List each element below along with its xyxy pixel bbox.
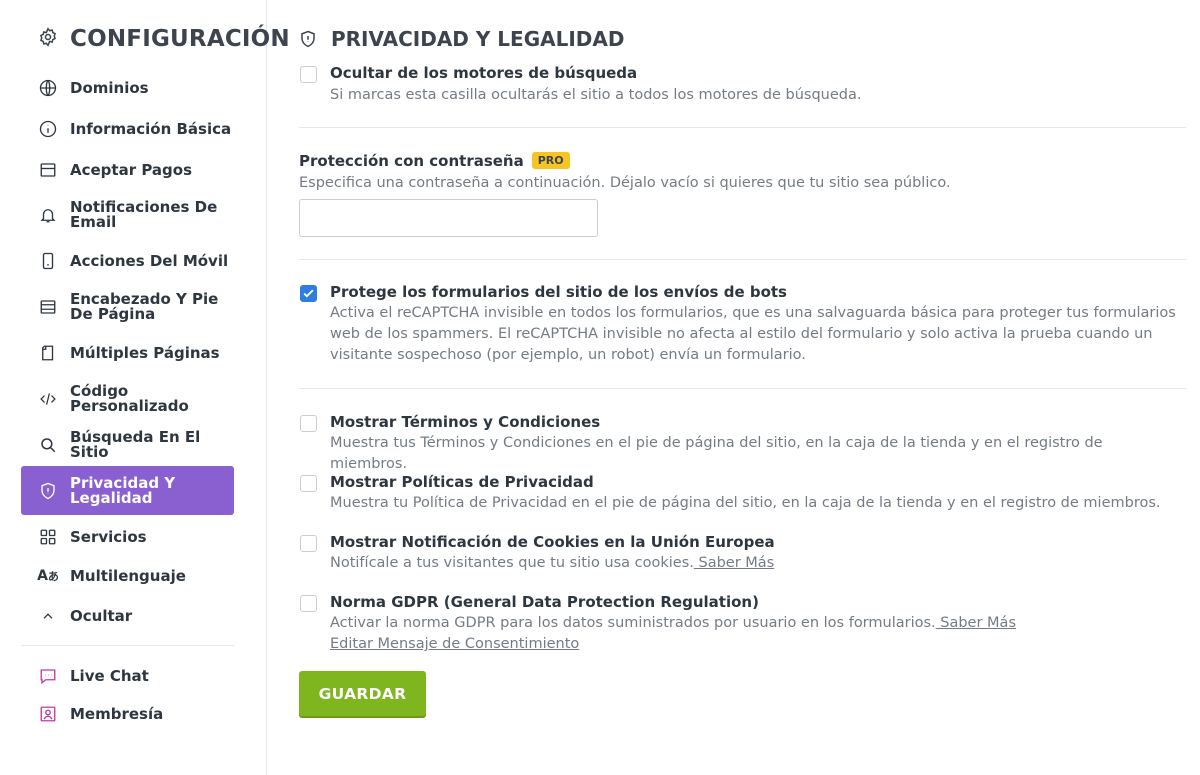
sidebar-item-label-line2: De Página [70,305,156,323]
sidebar-item-informacion-basica[interactable]: Información Básica [21,117,234,141]
hide-search-checkbox[interactable] [300,66,317,83]
password-header: Protección con contraseña PRO [299,151,570,170]
sidebar-divider [21,645,234,646]
cookies-desc: Notifícale a tus visitantes que tu sitio… [330,553,1180,574]
cookies-checkbox[interactable] [300,535,317,552]
password-desc: Especifica una contraseña a continuación… [299,175,951,191]
password-title: Protección con contraseña [299,152,524,170]
sidebar-item-notificaciones-email[interactable]: Notificaciones De Email [21,199,234,231]
gdpr-desc-text: Activar la norma GDPR para los datos sum… [330,615,936,631]
sidebar-item-dominios[interactable]: Dominios [21,76,234,100]
hide-search-desc: Si marcas esta casilla ocultarás el siti… [330,87,862,103]
sidebar-item-acciones-movil[interactable]: Acciones Del Móvil [21,249,234,273]
cookies-desc-text: Notifícale a tus visitantes que tu sitio… [330,555,694,571]
sidebar-item-label: Información Básica [70,119,232,138]
check-icon [303,289,314,298]
terms-desc: Muestra tus Términos y Condiciones en el… [330,435,1103,472]
translate-icon: Aあ [37,568,59,584]
search-icon [39,436,57,454]
gdpr-desc: Activar la norma GDPR para los datos sum… [330,613,1180,655]
recaptcha-desc: Activa el reCAPTCHA invisible en todos l… [330,305,1176,363]
layout-icon [39,298,57,316]
edit-consent-message-link[interactable]: Editar Mensaje de Consentimiento [330,636,579,652]
sidebar: CONFIGURACIÓN Dominios Información Básic… [0,0,290,775]
sidebar-item-label: Encabezado Y Pie De Página [70,292,218,322]
sidebar-item-privacidad-legalidad[interactable]: Privacidad Y Legalidad [21,466,234,515]
page-title: PRIVACIDAD Y LEGALIDAD [331,27,625,51]
save-button[interactable]: GUARDAR [299,671,426,716]
chevron-up-icon [39,607,57,625]
sidebar-item-label: Múltiples Páginas [70,343,220,362]
sidebar-item-label: Multilenguaje [70,566,186,585]
privacy-checkbox[interactable] [300,475,317,492]
chat-icon [39,667,57,685]
sidebar-item-multilenguaje[interactable]: Aあ Multilenguaje [21,564,234,588]
sidebar-item-aceptar-pagos[interactable]: Aceptar Pagos [21,158,234,182]
sidebar-item-label-line2: Legalidad [70,488,153,507]
sidebar-item-live-chat[interactable]: Live Chat [21,664,234,688]
sidebar-item-label: Búsqueda En El Sitio [70,428,201,461]
pro-badge: PRO [531,152,570,169]
pages-icon [39,344,57,362]
privacy-desc: Muestra tu Política de Privacidad en el … [330,495,1161,511]
gdpr-title: Norma GDPR (General Data Protection Regu… [330,593,759,611]
sidebar-item-label: Membresía [70,704,164,723]
terms-title: Mostrar Términos y Condiciones [330,413,601,431]
sidebar-item-label: Notificaciones De Email [70,200,217,230]
privacy-title: Mostrar Políticas de Privacidad [330,473,594,491]
info-icon [39,120,57,138]
globe-icon [39,79,57,97]
divider [299,127,1186,128]
cookies-title: Mostrar Notificación de Cookies en la Un… [330,533,775,551]
grid-icon [39,528,57,546]
sidebar-item-ocultar[interactable]: Ocultar [21,604,234,628]
cookies-learn-more-link[interactable]: Saber Más [694,555,774,571]
sidebar-item-busqueda[interactable]: Búsqueda En El Sitio [21,428,234,461]
sidebar-item-label: Acciones Del Móvil [70,251,229,270]
sidebar-item-membresia[interactable]: Membresía [21,702,234,726]
divider [299,388,1186,389]
divider [299,259,1186,260]
sidebar-item-label-line2: Email [70,213,117,231]
sidebar-item-label: Aceptar Pagos [70,160,193,179]
sidebar-item-label-line2: Personalizado [70,397,189,415]
password-input[interactable] [299,199,598,237]
sidebar-item-label: Dominios [70,78,149,97]
sidebar-item-codigo-personalizado[interactable]: Código Personalizado [21,383,234,415]
sidebar-item-label: Live Chat [70,666,149,685]
recaptcha-checkbox[interactable] [300,285,317,302]
mobile-icon [39,252,57,270]
sidebar-item-encabezado-pie[interactable]: Encabezado Y Pie De Página [21,291,234,323]
gdpr-learn-more-link[interactable]: Saber Más [936,615,1016,631]
hide-search-title: Ocultar de los motores de búsqueda [330,64,638,82]
sidebar-item-label: Código Personalizado [70,384,189,414]
member-icon [39,705,57,723]
sidebar-title: CONFIGURACIÓN [70,26,290,52]
sidebar-item-label: Servicios [70,527,147,546]
recaptcha-title: Protege los formularios del sitio de los… [330,283,787,301]
credit-card-icon [39,161,57,179]
sidebar-header: CONFIGURACIÓN [38,26,290,52]
page-header: PRIVACIDAD Y LEGALIDAD [299,27,624,51]
shield-icon [39,482,57,500]
bell-icon [39,206,57,224]
gear-icon [38,27,58,51]
shield-icon [299,30,317,48]
sidebar-item-label: Ocultar [70,606,133,625]
sidebar-item-servicios[interactable]: Servicios [21,525,234,549]
sidebar-item-multiples-paginas[interactable]: Múltiples Páginas [21,341,234,365]
code-icon [39,390,57,408]
gdpr-checkbox[interactable] [300,595,317,612]
terms-checkbox[interactable] [300,415,317,432]
sidebar-item-label: Privacidad Y Legalidad [70,475,175,507]
